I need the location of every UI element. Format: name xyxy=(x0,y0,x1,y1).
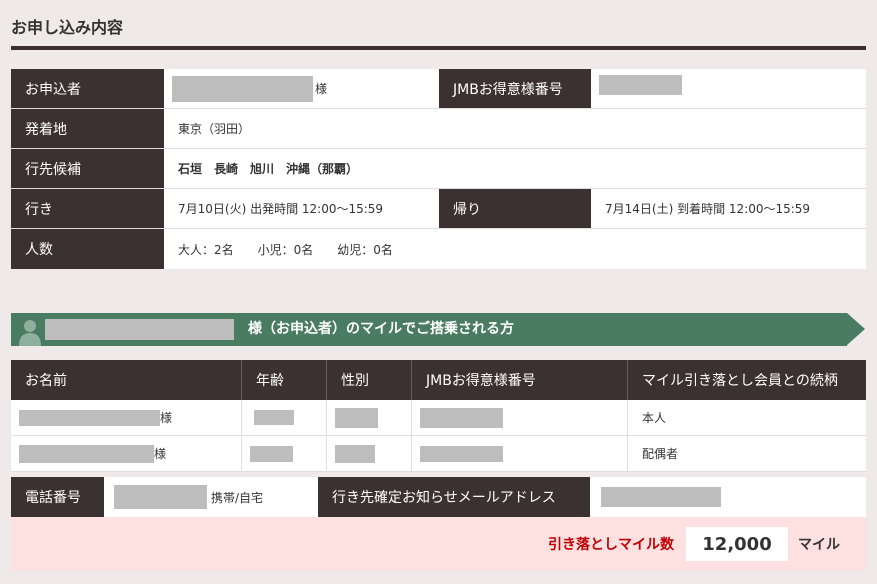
passenger-relation: 本人 xyxy=(628,400,866,435)
title-divider xyxy=(11,46,866,50)
passenger-jmb xyxy=(412,436,628,471)
miles-label: 引き落としマイル数 xyxy=(548,537,674,553)
applicant-label: お申込者 xyxy=(11,69,164,108)
destinations-value: 石垣 長崎 旭川 沖縄（那覇） xyxy=(164,149,866,188)
page-title: お申し込み内容 xyxy=(11,18,124,37)
miles-value: 12,000 xyxy=(686,527,788,561)
jmb-label: JMBお得意様番号 xyxy=(439,69,591,108)
application-info-table: お申込者 様 JMBお得意様番号 発着地 東京（羽田） 行先候補 石垣 長崎 旭… xyxy=(11,69,866,269)
miles-summary: 引き落としマイル数 12,000 マイル xyxy=(11,517,866,571)
table-row: 様 配偶者 xyxy=(11,436,866,472)
name-suffix: 様 xyxy=(154,447,167,461)
origin-value: 東京（羽田） xyxy=(164,109,866,148)
contact-row: 電話番号 携帯/自宅 行き先確定お知らせメールアドレス xyxy=(11,477,866,517)
name-suffix: 様 xyxy=(160,411,173,425)
phone-value: 携帯/自宅 xyxy=(104,477,318,517)
table-row: 様 本人 xyxy=(11,400,866,436)
pax-count-row: 人数 大人：2名 小児：0名 幼児：0名 xyxy=(11,229,866,269)
origin-label: 発着地 xyxy=(11,109,164,148)
person-icon xyxy=(19,320,41,346)
email-value xyxy=(590,477,866,517)
passenger-gender xyxy=(327,436,412,471)
redacted-name xyxy=(19,444,154,463)
applicant-value: 様 xyxy=(164,69,439,108)
phone-label: 電話番号 xyxy=(11,477,104,517)
banner-text: 様（お申込者）のマイルでご搭乗される方 xyxy=(248,321,514,337)
pax-value: 大人：2名 小児：0名 幼児：0名 xyxy=(164,229,866,269)
passenger-age xyxy=(242,400,327,435)
flights-row: 行き 7月10日(火) 出発時間 12:00～15:59 帰り 7月14日(土)… xyxy=(11,189,866,229)
destinations-row: 行先候補 石垣 長崎 旭川 沖縄（那覇） xyxy=(11,149,866,189)
passenger-name: 様 xyxy=(11,436,242,471)
applicant-row: お申込者 様 JMBお得意様番号 xyxy=(11,69,866,109)
applicant-suffix: 様 xyxy=(315,82,328,96)
phone-type: 携帯/自宅 xyxy=(211,490,264,505)
col-age: 年齢 xyxy=(242,360,327,400)
col-name: お名前 xyxy=(11,360,242,400)
outbound-label: 行き xyxy=(11,189,164,228)
redacted-applicant-name xyxy=(45,319,234,340)
passenger-gender xyxy=(327,400,412,435)
redacted-phone xyxy=(114,485,207,509)
pax-label: 人数 xyxy=(11,229,164,269)
passenger-jmb xyxy=(412,400,628,435)
passenger-relation: 配偶者 xyxy=(628,436,866,471)
col-relation: マイル引き落とし会員との続柄 xyxy=(628,360,866,400)
passengers-table: お名前 年齢 性別 JMBお得意様番号 マイル引き落とし会員との続柄 様 本人 … xyxy=(11,360,866,472)
col-jmb: JMBお得意様番号 xyxy=(412,360,628,400)
redacted-name xyxy=(19,409,160,426)
miles-unit: マイル xyxy=(798,537,840,553)
return-label: 帰り xyxy=(439,189,591,228)
origin-row: 発着地 東京（羽田） xyxy=(11,109,866,149)
passenger-name: 様 xyxy=(11,400,242,435)
redacted-email xyxy=(601,487,721,507)
passenger-age xyxy=(242,436,327,471)
jmb-value xyxy=(591,69,866,108)
redacted-jmb-number xyxy=(599,75,682,95)
email-label: 行き先確定お知らせメールアドレス xyxy=(318,477,590,517)
return-value: 7月14日(土) 到着時間 12:00～15:59 xyxy=(591,189,866,228)
passengers-table-header: お名前 年齢 性別 JMBお得意様番号 マイル引き落とし会員との続柄 xyxy=(11,360,866,400)
destinations-label: 行先候補 xyxy=(11,149,164,188)
outbound-value: 7月10日(火) 出発時間 12:00～15:59 xyxy=(164,189,439,228)
redacted-applicant-name xyxy=(172,75,313,102)
col-gender: 性別 xyxy=(327,360,412,400)
mileage-passengers-banner: 様（お申込者）のマイルでご搭乗される方 xyxy=(11,313,865,346)
